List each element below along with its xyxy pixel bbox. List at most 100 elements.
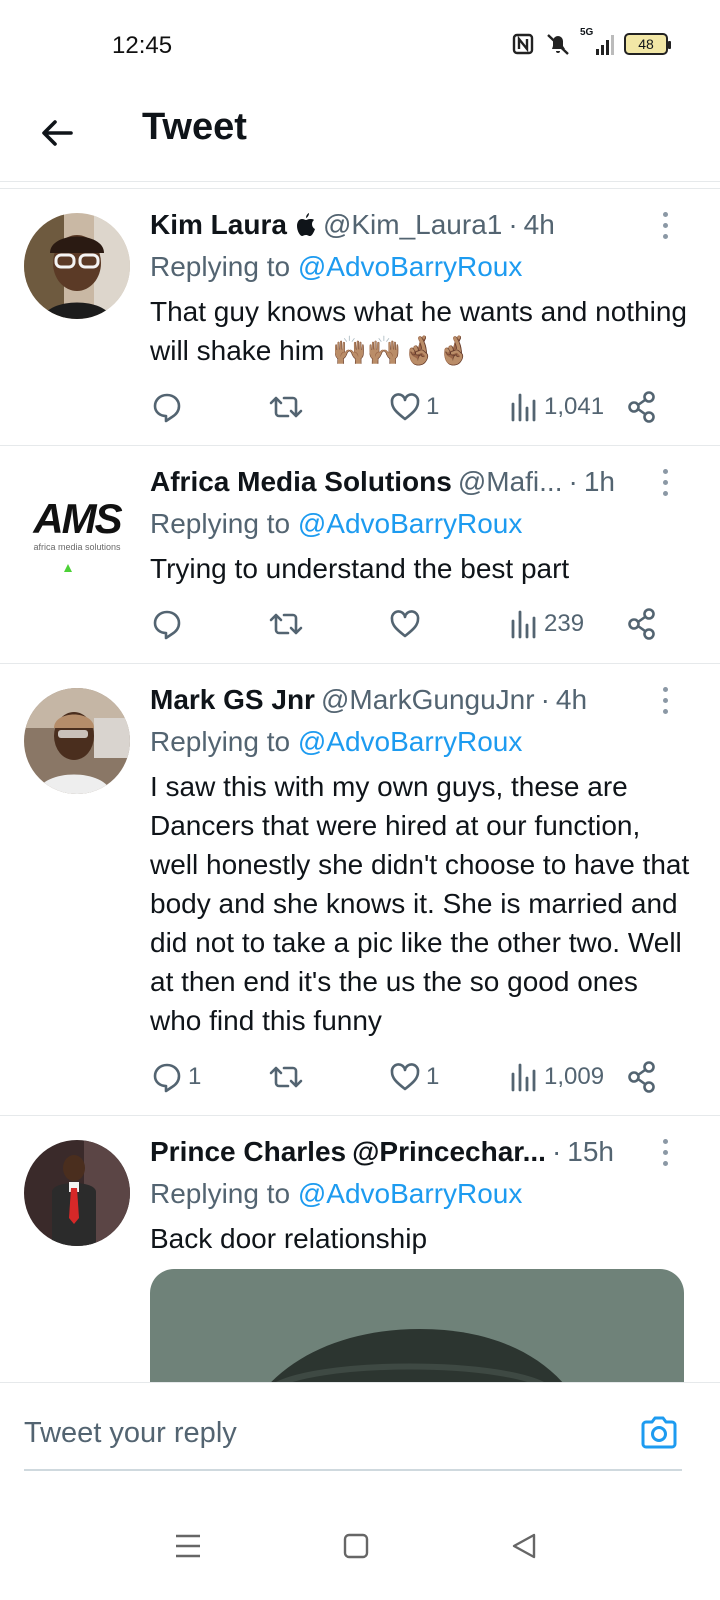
author-name[interactable]: Mark GS Jnr bbox=[150, 684, 315, 716]
reply-count: 1 bbox=[188, 1063, 202, 1090]
more-options-button[interactable] bbox=[650, 1132, 680, 1172]
mention-link[interactable]: @AdvoBarryRoux bbox=[298, 251, 523, 282]
tweet-actions: 239 bbox=[150, 604, 670, 644]
author-name[interactable]: Prince Charles bbox=[150, 1136, 346, 1168]
tweet-header: Africa Media Solutions @Mafi... · 1h bbox=[150, 466, 650, 498]
share-icon bbox=[628, 608, 655, 640]
reply-underline bbox=[24, 1469, 682, 1471]
avatar[interactable]: AMS africa media solutions bbox=[24, 470, 130, 576]
tweet[interactable]: Prince Charles @Princechar... · 15h Repl… bbox=[0, 1116, 720, 1382]
bar-chart-icon bbox=[511, 393, 536, 422]
like-count: 1 bbox=[426, 393, 440, 420]
mention-link[interactable]: @AdvoBarryRoux bbox=[298, 726, 523, 757]
like-count: 1 bbox=[426, 1063, 440, 1090]
retweet-icon bbox=[269, 1066, 303, 1088]
reply-button[interactable]: 1 bbox=[150, 1057, 201, 1097]
status-time: 12:45 bbox=[112, 32, 173, 59]
reply-prefix: Replying to bbox=[150, 1178, 291, 1209]
views-button[interactable]: 1,041 bbox=[508, 387, 604, 427]
back-button[interactable] bbox=[32, 108, 82, 158]
ams-logo: AMS africa media solutions bbox=[24, 498, 130, 576]
share-icon bbox=[628, 1061, 655, 1093]
tweet-time[interactable]: 4h bbox=[556, 684, 587, 716]
tweet-header: Prince Charles @Princechar... · 15h bbox=[150, 1136, 650, 1168]
tweet-text: That guy knows what he wants and nothing… bbox=[150, 296, 688, 366]
tweet-header: Kim Laura @Kim_Laura1 · 4h bbox=[150, 209, 650, 241]
views-button[interactable]: 239 bbox=[508, 604, 584, 644]
separator: · bbox=[551, 1136, 562, 1167]
nfc-icon bbox=[512, 33, 534, 55]
tweet[interactable]: Kim Laura @Kim_Laura1 · 4h Replying to @… bbox=[0, 189, 720, 446]
heart-icon bbox=[390, 610, 420, 638]
author-name[interactable]: Africa Media Solutions bbox=[150, 466, 452, 498]
more-options-button[interactable] bbox=[650, 462, 680, 502]
mention-link[interactable]: @AdvoBarryRoux bbox=[298, 1178, 523, 1209]
reply-button[interactable] bbox=[150, 604, 188, 644]
author-handle[interactable]: @Kim_Laura1 bbox=[323, 209, 502, 241]
retweet-icon bbox=[269, 396, 303, 418]
reply-input[interactable] bbox=[24, 1413, 584, 1453]
tweet-actions: 1 1,041 bbox=[150, 387, 670, 427]
share-button[interactable] bbox=[626, 1057, 658, 1097]
view-count: 1,041 bbox=[544, 393, 605, 420]
like-button[interactable]: 1 bbox=[388, 387, 439, 427]
avatar[interactable] bbox=[24, 213, 130, 319]
triangle-back-icon bbox=[512, 1533, 536, 1559]
tweet-time[interactable]: 4h bbox=[524, 209, 555, 241]
views-button[interactable]: 1,009 bbox=[508, 1057, 604, 1097]
ams-logo-tagline: africa media solutions bbox=[33, 542, 121, 552]
menu-button[interactable] bbox=[166, 1524, 210, 1568]
tweet-actions: 1 1 1,009 bbox=[150, 1057, 670, 1097]
tweet[interactable]: Mark GS Jnr @MarkGunguJnr · 4h Replying … bbox=[0, 664, 720, 1116]
separator: · bbox=[568, 466, 578, 497]
reply-composer bbox=[0, 1382, 720, 1502]
avatar[interactable] bbox=[24, 688, 130, 794]
reply-feed[interactable]: Kim Laura @Kim_Laura1 · 4h Replying to @… bbox=[0, 188, 720, 1382]
avatar[interactable] bbox=[24, 1140, 130, 1246]
author-handle[interactable]: @Princechar... bbox=[352, 1136, 546, 1168]
retweet-icon bbox=[269, 613, 303, 635]
more-options-button[interactable] bbox=[650, 205, 680, 245]
more-options-button[interactable] bbox=[650, 680, 680, 720]
tweet-time[interactable]: 1h bbox=[584, 466, 615, 498]
apple-icon bbox=[296, 213, 315, 236]
author-handle[interactable]: @Mafi... bbox=[458, 466, 563, 498]
page-title: Tweet bbox=[142, 106, 247, 148]
reply-icon bbox=[153, 610, 181, 640]
retweet-button[interactable] bbox=[268, 1057, 308, 1097]
menu-icon bbox=[176, 1534, 200, 1558]
replying-to: Replying to @AdvoBarryRoux bbox=[150, 726, 522, 758]
view-count: 239 bbox=[544, 610, 585, 637]
network-type: 5G bbox=[580, 27, 594, 38]
tweet[interactable]: AMS africa media solutions Africa Media … bbox=[0, 446, 720, 664]
battery-icon: 48 bbox=[624, 33, 671, 55]
mention-link[interactable]: @AdvoBarryRoux bbox=[298, 508, 523, 539]
view-count: 1,009 bbox=[544, 1063, 605, 1090]
replying-to: Replying to @AdvoBarryRoux bbox=[150, 508, 522, 540]
status-bar: 12:45 5G 48 bbox=[0, 0, 720, 90]
like-button[interactable]: 1 bbox=[388, 1057, 439, 1097]
signal-icon: 5G bbox=[580, 27, 614, 55]
ams-logo-text: AMS bbox=[33, 495, 122, 542]
back-nav-button[interactable] bbox=[502, 1524, 546, 1568]
tweet-text: Trying to understand the best part bbox=[150, 553, 570, 584]
reply-button[interactable] bbox=[150, 387, 188, 427]
author-name[interactable]: Kim Laura bbox=[150, 209, 287, 241]
like-button[interactable] bbox=[388, 604, 426, 644]
reply-icon bbox=[153, 1063, 181, 1093]
system-nav-bar bbox=[0, 1502, 720, 1600]
battery-level: 48 bbox=[638, 36, 654, 52]
tweet-media-image[interactable] bbox=[150, 1269, 684, 1382]
mute-icon bbox=[547, 34, 569, 55]
tweet-time[interactable]: 15h bbox=[567, 1136, 614, 1168]
share-icon bbox=[628, 391, 655, 423]
share-button[interactable] bbox=[626, 604, 658, 644]
arrow-left-icon bbox=[42, 120, 73, 146]
square-icon bbox=[343, 1533, 369, 1559]
retweet-button[interactable] bbox=[268, 604, 308, 644]
home-button[interactable] bbox=[334, 1524, 378, 1568]
camera-button[interactable] bbox=[638, 1413, 680, 1453]
author-handle[interactable]: @MarkGunguJnr bbox=[321, 684, 535, 716]
retweet-button[interactable] bbox=[268, 387, 308, 427]
share-button[interactable] bbox=[626, 387, 658, 427]
